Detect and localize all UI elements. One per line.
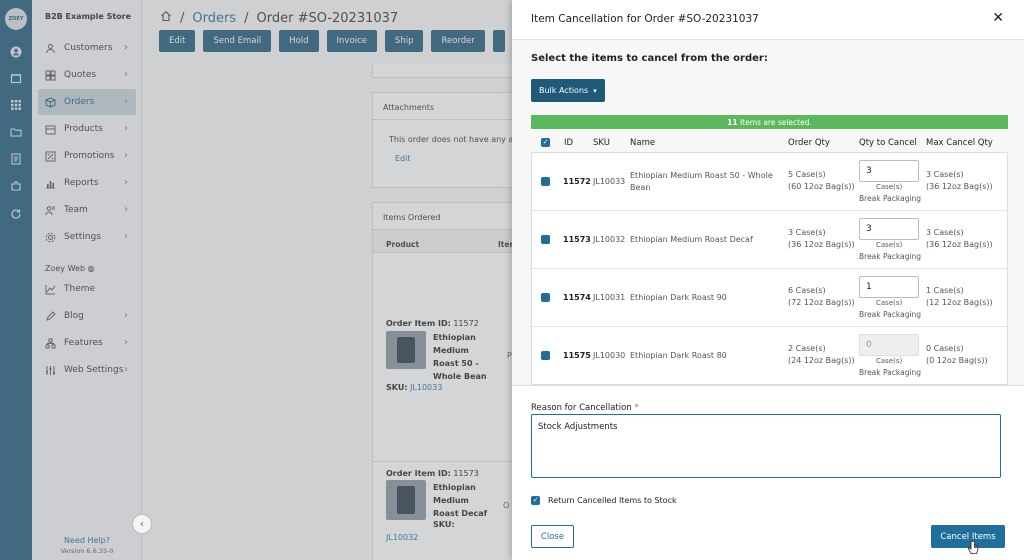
table-row: ✓ 11574 JL10031 Ethiopian Dark Roast 90 …: [532, 269, 1007, 327]
bulk-actions-button[interactable]: Bulk Actions ▾: [531, 79, 605, 102]
row-max-cancel-bags: (12 12oz Bag(s)): [926, 298, 993, 307]
column-name: Name: [630, 138, 656, 148]
row-checkbox[interactable]: ✓: [541, 351, 550, 360]
row-name: Ethiopian Medium Roast 50 - Whole Bean: [630, 171, 773, 192]
row-max-cancel-bags: (36 12oz Bag(s)): [926, 240, 993, 249]
item-cancellation-panel: Item Cancellation for Order #SO-20231037…: [512, 0, 1024, 560]
row-name: Ethiopian Dark Roast 80: [630, 351, 727, 360]
qty-unit: Case(s): [876, 299, 903, 307]
panel-footer: Reason for Cancellation * Stock Adjustme…: [512, 385, 1024, 560]
chevron-left-icon: ‹: [140, 518, 144, 530]
qty-unit: Case(s): [876, 241, 903, 249]
panel-header: Item Cancellation for Order #SO-20231037…: [512, 0, 1024, 40]
selection-status-bar: 11 Items are selected.: [531, 115, 1008, 129]
column-sku: SKU: [593, 138, 610, 148]
selected-count: 11: [727, 117, 738, 127]
reason-textarea[interactable]: Stock Adjustments: [531, 414, 1001, 478]
table-row: ✓ 11572 JL10033 Ethiopian Medium Roast 5…: [532, 153, 1007, 211]
row-sku: JL10031: [593, 293, 626, 302]
reason-label: Reason for Cancellation *: [531, 403, 639, 413]
hand-cursor-icon: [967, 540, 979, 554]
row-name: Ethiopian Dark Roast 90: [630, 293, 727, 302]
row-order-qty-bags: (60 12oz Bag(s)): [788, 182, 855, 191]
table-row: ✓ 11573 JL10032 Ethiopian Medium Roast D…: [532, 211, 1007, 269]
row-id: 11572: [563, 177, 591, 186]
row-id: 11575: [563, 351, 591, 360]
row-order-qty-bags: (36 12oz Bag(s)): [788, 240, 855, 249]
row-checkbox[interactable]: ✓: [541, 293, 550, 302]
column-id: ID: [564, 138, 574, 148]
row-sku: JL10033: [593, 177, 626, 186]
row-checkbox[interactable]: ✓: [541, 177, 550, 186]
chevron-down-icon: ▾: [593, 86, 597, 95]
break-packaging-link[interactable]: Break Packaging: [859, 310, 921, 319]
bulk-actions-label: Bulk Actions: [539, 86, 589, 95]
column-order-qty: Order Qty: [788, 138, 830, 148]
break-packaging-link[interactable]: Break Packaging: [859, 368, 921, 377]
qty-unit: Case(s): [876, 357, 903, 365]
row-max-cancel: 3 Case(s): [926, 228, 964, 237]
row-max-cancel: 1 Case(s): [926, 286, 964, 295]
panel-subtitle: Select the items to cancel from the orde…: [531, 53, 768, 64]
selected-text: Items are selected.: [739, 117, 812, 127]
required-marker: *: [634, 403, 639, 413]
cancellation-table: ✓ 11572 JL10033 Ethiopian Medium Roast 5…: [531, 152, 1008, 385]
row-order-qty: 5 Case(s): [788, 170, 826, 179]
row-order-qty: 6 Case(s): [788, 286, 826, 295]
row-max-cancel: 0 Case(s): [926, 344, 964, 353]
close-icon[interactable]: ✕: [992, 10, 1004, 26]
return-to-stock-checkbox[interactable]: ✓: [531, 496, 540, 505]
row-order-qty-bags: (72 12oz Bag(s)): [788, 298, 855, 307]
row-order-qty: 2 Case(s): [788, 344, 826, 353]
row-sku: JL10032: [593, 235, 626, 244]
qty-unit: Case(s): [876, 183, 903, 191]
collapse-sidebar-button[interactable]: ‹: [132, 514, 152, 534]
row-id: 11573: [563, 235, 591, 244]
row-order-qty: 3 Case(s): [788, 228, 826, 237]
row-id: 11574: [563, 293, 591, 302]
row-checkbox[interactable]: ✓: [541, 235, 550, 244]
close-button[interactable]: Close: [531, 525, 574, 548]
qty-to-cancel-input[interactable]: 3: [859, 218, 919, 240]
row-max-cancel: 3 Case(s): [926, 170, 964, 179]
column-max-cancel-qty: Max Cancel Qty: [926, 138, 993, 148]
row-max-cancel-bags: (0 12oz Bag(s)): [926, 356, 988, 365]
column-qty-to-cancel: Qty to Cancel: [859, 138, 917, 148]
return-to-stock-option: ✓ Return Cancelled Items to Stock: [531, 496, 677, 505]
panel-body: Select the items to cancel from the orde…: [512, 40, 1024, 385]
row-max-cancel-bags: (36 12oz Bag(s)): [926, 182, 993, 191]
row-sku: JL10030: [593, 351, 626, 360]
row-order-qty-bags: (24 12oz Bag(s)): [788, 356, 855, 365]
panel-title: Item Cancellation for Order #SO-20231037: [531, 13, 759, 25]
qty-to-cancel-input[interactable]: 3: [859, 160, 919, 182]
qty-to-cancel-input[interactable]: 1: [859, 276, 919, 298]
qty-to-cancel-input[interactable]: 0: [859, 334, 919, 356]
select-all-checkbox[interactable]: ✓: [541, 138, 550, 147]
break-packaging-link[interactable]: Break Packaging: [859, 252, 921, 261]
table-header: ✓ ID SKU Name Order Qty Qty to Cancel Ma…: [531, 136, 1008, 152]
table-row: ✓ 11575 JL10030 Ethiopian Dark Roast 80 …: [532, 327, 1007, 384]
break-packaging-link[interactable]: Break Packaging: [859, 194, 921, 203]
row-name: Ethiopian Medium Roast Decaf: [630, 235, 753, 244]
return-to-stock-label: Return Cancelled Items to Stock: [548, 496, 677, 505]
